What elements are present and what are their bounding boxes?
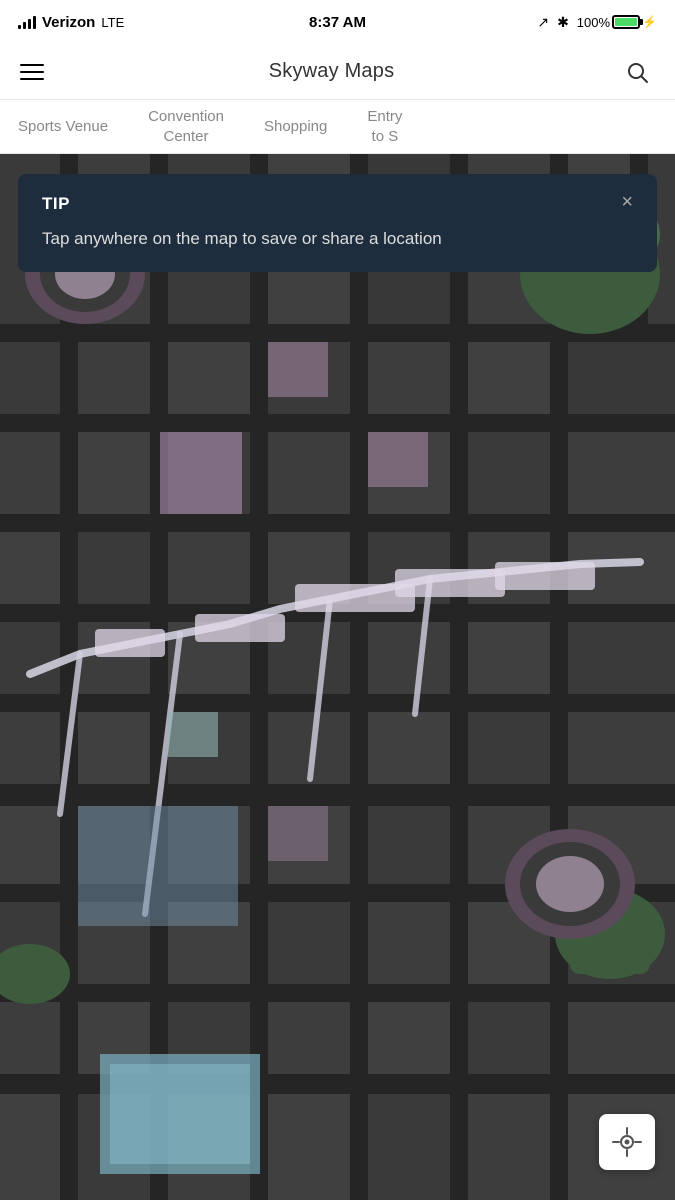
my-location-button[interactable]	[599, 1114, 655, 1170]
hamburger-line-2	[20, 71, 44, 73]
app-header: Skyway Maps	[0, 44, 675, 100]
battery-container: 100% ⚡	[577, 15, 657, 30]
signal-icon	[18, 15, 36, 29]
tip-overlay: TIP × Tap anywhere on the map to save or…	[18, 174, 657, 272]
tip-close-button[interactable]: ×	[621, 192, 633, 212]
tab-sports-venue[interactable]: Sports Venue	[0, 100, 128, 153]
tip-label: TIP	[42, 194, 70, 214]
map-svg	[0, 154, 675, 1200]
map-area[interactable]: TIP × Tap anywhere on the map to save or…	[0, 154, 675, 1200]
status-left: Verizon LTE	[18, 14, 124, 31]
status-right: ↗ ✱ 100% ⚡	[537, 14, 657, 31]
location-icon	[611, 1126, 643, 1158]
network-label: LTE	[101, 15, 124, 30]
tab-shopping[interactable]: Shopping	[244, 100, 347, 153]
battery-percent: 100%	[577, 15, 610, 30]
bluetooth-icon: ✱	[557, 14, 569, 31]
search-icon	[625, 60, 649, 84]
charging-icon: ⚡	[642, 15, 657, 29]
carrier-label: Verizon	[42, 14, 95, 31]
tab-convention-center[interactable]: Convention Center	[128, 100, 244, 153]
search-button[interactable]	[619, 54, 655, 90]
status-time: 8:37 AM	[309, 14, 366, 31]
tab-entry-to-s[interactable]: Entry to S	[347, 100, 422, 153]
location-arrow-icon: ↗	[537, 14, 549, 31]
hamburger-line-3	[20, 78, 44, 80]
category-tabs: Sports Venue Convention Center Shopping …	[0, 100, 675, 154]
battery-icon	[612, 15, 640, 29]
status-bar: Verizon LTE 8:37 AM ↗ ✱ 100% ⚡	[0, 0, 675, 44]
hamburger-line-1	[20, 64, 44, 66]
app-title: Skyway Maps	[269, 60, 395, 83]
tip-body: Tap anywhere on the map to save or share…	[42, 226, 633, 252]
battery-fill	[615, 18, 637, 26]
menu-button[interactable]	[20, 64, 44, 80]
tip-header: TIP ×	[42, 194, 633, 214]
